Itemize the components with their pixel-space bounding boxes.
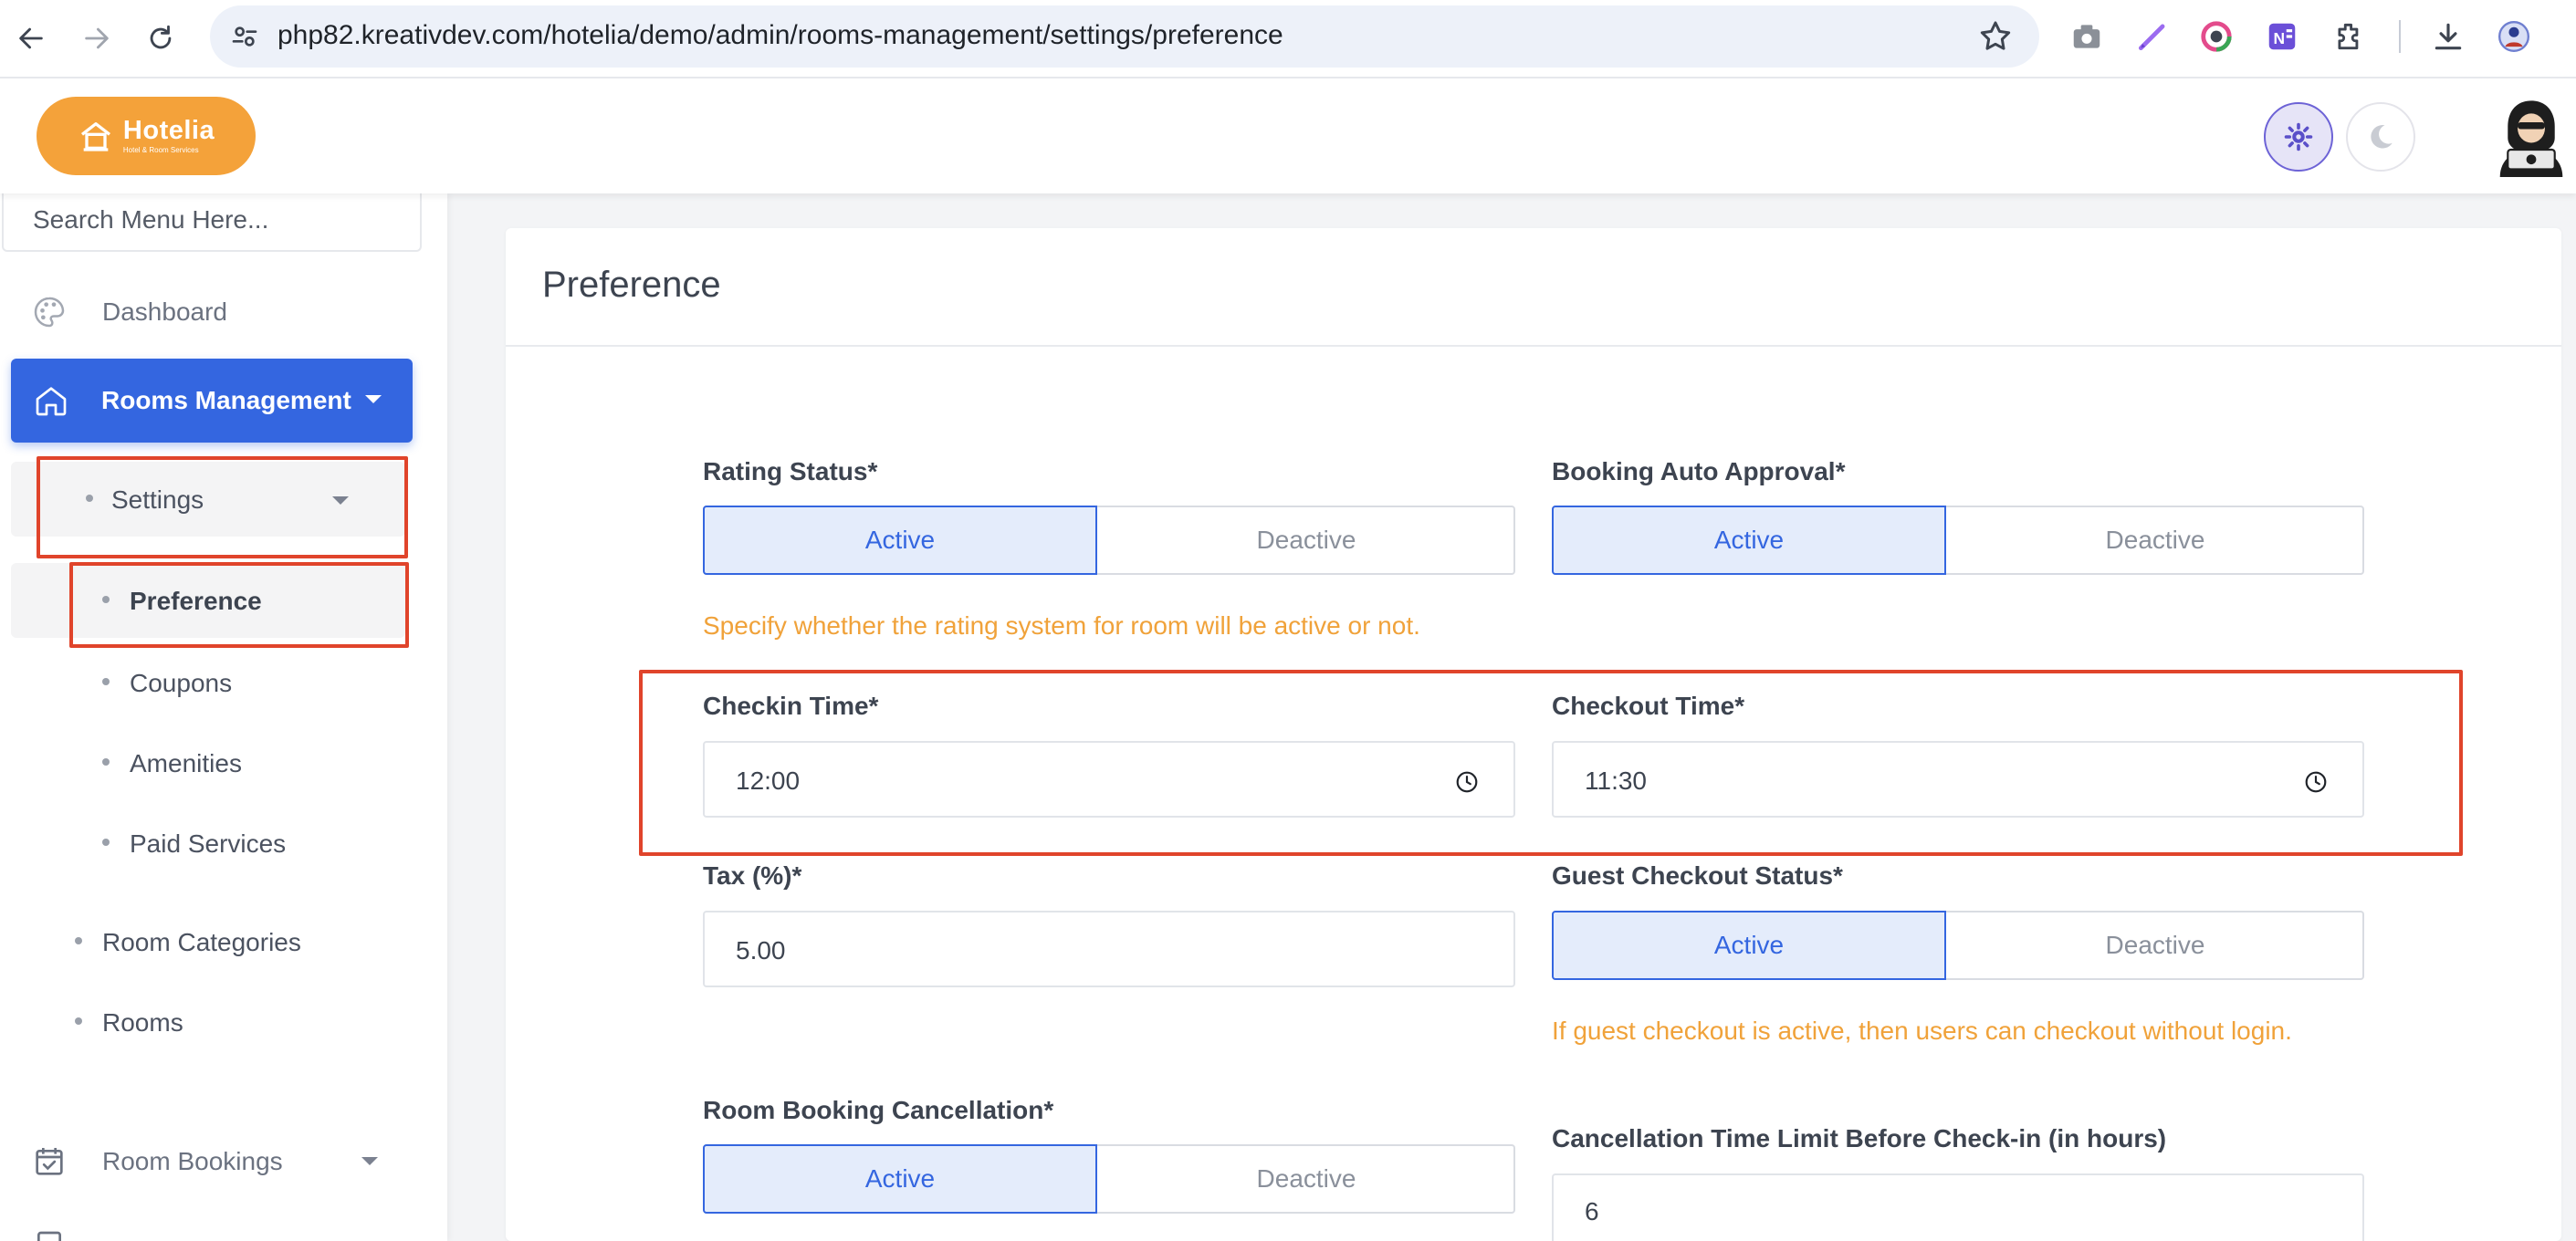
color-picker-icon[interactable] (2196, 16, 2236, 57)
sidebar-item-rooms-management[interactable]: Rooms Management (11, 359, 413, 443)
url-text[interactable]: php82.kreativdev.com/hotelia/demo/admin/… (277, 20, 1283, 51)
rating-status-hint: Specify whether the rating system for ro… (703, 611, 1420, 640)
document-icon (37, 1231, 61, 1241)
logo-tagline: Hotel & Room Services (122, 146, 199, 154)
browser-toolbar: php82.kreativdev.com/hotelia/demo/admin/… (0, 0, 2576, 78)
sun-gear-icon (2284, 122, 2313, 151)
booking-auto-approval-label: Booking Auto Approval* (1552, 457, 1846, 485)
hotelia-logo[interactable]: Hotelia Hotel & Room Services (37, 97, 256, 175)
sidebar-item-label: Amenities (130, 749, 242, 777)
back-icon[interactable] (7, 15, 55, 62)
address-bar[interactable]: php82.kreativdev.com/hotelia/demo/admin/… (210, 5, 2039, 68)
rating-status-toggle: Active Deactive (703, 506, 1515, 575)
chevron-down-icon (365, 395, 382, 403)
bullet-icon (102, 758, 110, 766)
user-avatar[interactable] (2492, 95, 2571, 177)
cancellation-time-limit-input[interactable]: 6 (1552, 1173, 2364, 1241)
sidebar-item-label: Coupons (130, 669, 233, 697)
site-settings-icon[interactable] (230, 22, 259, 51)
light-theme-button[interactable] (2264, 102, 2333, 172)
toolbar-separator (2399, 20, 2401, 53)
tax-value: 5.00 (736, 936, 786, 965)
moon-icon (2371, 125, 2393, 149)
preference-card: Preference Rating Status* Active Deactiv… (506, 228, 2561, 1241)
highlight-box-settings (37, 456, 408, 558)
bullet-icon (102, 839, 110, 846)
sidebar-item-label: Room Categories (102, 928, 301, 956)
bullet-icon (75, 937, 82, 944)
booking-auto-approval-active-option[interactable]: Active (1552, 506, 1946, 575)
room-booking-cancellation-label: Room Booking Cancellation* (703, 1096, 1054, 1124)
pen-extension-icon[interactable] (2132, 16, 2173, 57)
download-icon[interactable] (2428, 16, 2468, 57)
highlight-box-checkin-checkout (639, 670, 2463, 856)
palette-icon (34, 297, 65, 328)
sidebar: Dashboard Rooms Management Settings Pref… (0, 190, 447, 1241)
search-menu-field[interactable] (2, 190, 422, 252)
sidebar-item-label: Paid Services (130, 829, 287, 858)
calendar-check-icon (36, 1148, 63, 1175)
sidebar-item-next[interactable] (11, 1219, 413, 1241)
forward-icon[interactable] (73, 15, 120, 62)
highlight-box-preference (69, 562, 409, 648)
page-title: Preference (542, 265, 721, 305)
card-divider (506, 345, 2561, 347)
sidebar-item-label: Rooms Management (101, 386, 351, 414)
logo-title: Hotelia (122, 116, 215, 145)
booking-auto-approval-deactive-option[interactable]: Deactive (1946, 507, 2364, 573)
guest-checkout-active-option[interactable]: Active (1552, 911, 1946, 980)
search-menu-input[interactable] (4, 190, 420, 250)
tax-label: Tax (%)* (703, 861, 802, 890)
guest-checkout-status-label: Guest Checkout Status* (1552, 861, 1843, 890)
reload-icon[interactable] (137, 15, 184, 62)
guest-checkout-deactive-option[interactable]: Deactive (1946, 912, 2364, 978)
tax-input[interactable]: 5.00 (703, 911, 1515, 987)
guest-checkout-status-toggle: Active Deactive (1552, 911, 2364, 980)
sidebar-item-dashboard[interactable]: Dashboard (11, 280, 413, 344)
rating-status-deactive-option[interactable]: Deactive (1097, 507, 1515, 573)
svg-text:N: N (2274, 29, 2286, 47)
guest-checkout-hint: If guest checkout is active, then users … (1552, 1017, 2292, 1045)
home-icon (36, 387, 67, 416)
app-header: Hotelia Hotel & Room Services (0, 80, 2576, 193)
cancellation-deactive-option[interactable]: Deactive (1097, 1146, 1515, 1212)
bookmark-star-icon[interactable] (1977, 18, 2014, 55)
notes-extension-icon[interactable]: N (2262, 16, 2302, 57)
sidebar-item-room-bookings[interactable]: Room Bookings (11, 1130, 413, 1194)
sidebar-item-label: Dashboard (102, 297, 227, 326)
sidebar-item-label: Room Bookings (102, 1147, 283, 1175)
extensions-puzzle-icon[interactable] (2330, 16, 2370, 57)
camera-icon[interactable] (2067, 16, 2107, 57)
rating-status-active-option[interactable]: Active (703, 506, 1097, 575)
cancellation-active-option[interactable]: Active (703, 1144, 1097, 1214)
room-booking-cancellation-toggle: Active Deactive (703, 1144, 1515, 1214)
cancellation-time-limit-value: 6 (1585, 1197, 1599, 1225)
profile-avatar-icon[interactable] (2494, 16, 2534, 57)
bullet-icon (75, 1017, 82, 1025)
bullet-icon (102, 678, 110, 685)
booking-auto-approval-toggle: Active Deactive (1552, 506, 2364, 575)
hotel-logo-icon (80, 122, 110, 151)
dark-theme-button[interactable] (2346, 102, 2415, 172)
chevron-down-icon (361, 1157, 378, 1165)
rating-status-label: Rating Status* (703, 457, 878, 485)
cancellation-time-limit-label: Cancellation Time Limit Before Check-in … (1552, 1124, 2167, 1152)
sidebar-item-label: Rooms (102, 1008, 183, 1037)
